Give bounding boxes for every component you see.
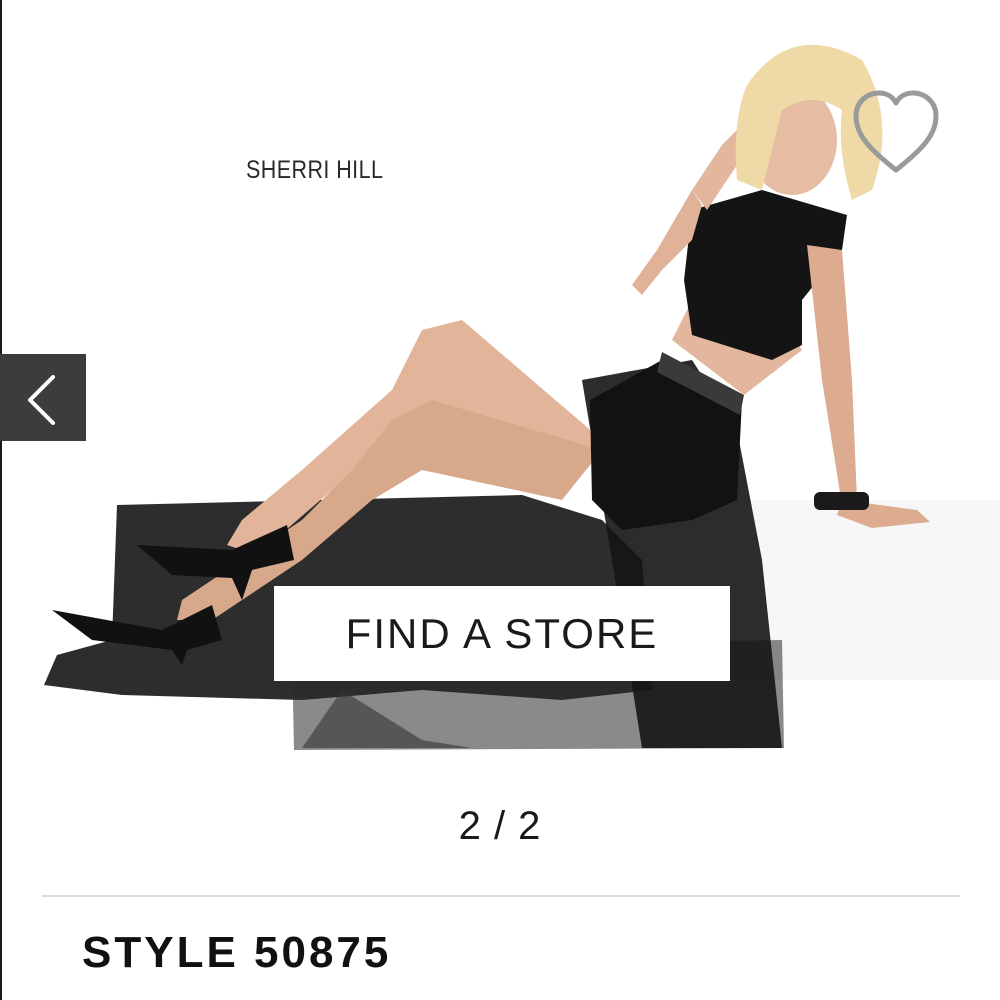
find-a-store-button[interactable]: FIND A STORE	[274, 586, 730, 681]
previous-image-button[interactable]	[0, 354, 86, 441]
product-image-carousel[interactable]: SHERRI HILL FIND A STORE	[2, 0, 1000, 760]
image-counter: 2 / 2	[458, 804, 542, 848]
section-divider	[42, 895, 960, 897]
brand-logo: SHERRI HILL	[246, 156, 384, 184]
favorite-button[interactable]	[848, 86, 944, 182]
product-style-title: STYLE 50875	[82, 928, 392, 977]
product-page: SHERRI HILL FIND A STORE 2 / 2 STYLE 508…	[0, 0, 1000, 1000]
chevron-left-icon	[28, 375, 55, 425]
heart-outline-icon	[853, 90, 939, 173]
